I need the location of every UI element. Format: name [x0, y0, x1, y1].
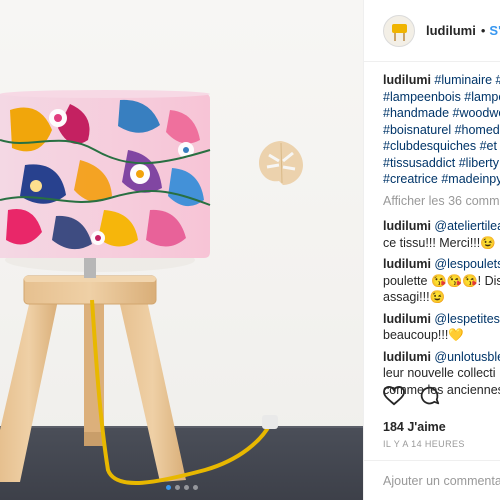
- carousel-dot[interactable]: [192, 485, 198, 490]
- comment-mention[interactable]: @lespoulets: [431, 257, 500, 271]
- caption-hashtags[interactable]: #clubdesquiches #et: [383, 138, 500, 155]
- avatar[interactable]: [383, 14, 415, 47]
- comment-text: beaucoup!!!💛: [383, 328, 464, 342]
- caption-hashtags[interactable]: #creatrice #madeinpy: [383, 171, 500, 188]
- like-count[interactable]: 184 J'aime: [383, 420, 446, 434]
- post-sidebar: ludilumi • S'a ludilumi #luminaire # #la…: [363, 0, 500, 500]
- caption-hashtags[interactable]: #boisnaturel #homed: [383, 122, 500, 139]
- comment-username[interactable]: ludilumi: [383, 219, 431, 233]
- comment-username[interactable]: ludilumi: [383, 350, 431, 364]
- post-photo[interactable]: [0, 0, 363, 500]
- comment-username[interactable]: ludilumi: [383, 312, 431, 326]
- comment-item: ludilumi @lespoulets poulette 😘😘😘! Dis a…: [383, 256, 500, 306]
- comment-icon[interactable]: [419, 385, 440, 411]
- carousel-indicator: [0, 485, 363, 490]
- comment-item: ludilumi @ateliertilea ce tissu!!! Merci…: [383, 218, 500, 251]
- follow-separator: •: [480, 23, 486, 38]
- comment-item: ludilumi @lespetitesh beaucoup!!!💛: [383, 311, 500, 344]
- follow-button[interactable]: S'a: [489, 23, 500, 38]
- header-username[interactable]: ludilumi: [426, 23, 476, 38]
- caption-username[interactable]: ludilumi: [383, 73, 431, 87]
- caption: ludilumi #luminaire # #lampeenbois #lamp…: [383, 72, 500, 188]
- caption-hashtags[interactable]: #handmade #woodwo: [383, 105, 500, 122]
- carousel-dot[interactable]: [174, 485, 180, 490]
- carousel-dot[interactable]: [183, 485, 189, 490]
- comment-text: leur nouvelle collecti: [383, 366, 496, 380]
- caption-hashtags[interactable]: #tissusaddict #liberty: [383, 155, 500, 172]
- add-comment-input[interactable]: Ajouter un commenta: [383, 474, 500, 488]
- action-bar: [383, 385, 440, 411]
- carousel-dot[interactable]: [165, 485, 171, 490]
- caption-hashtags[interactable]: #luminaire #: [431, 73, 500, 87]
- comment-list: ludilumi #luminaire # #lampeenbois #lamp…: [383, 72, 500, 403]
- lamp-illustration: [0, 90, 278, 485]
- leaf-wall-hook: [259, 141, 303, 185]
- caption-hashtags[interactable]: #lampeenbois #lampe: [383, 89, 500, 106]
- comment-username[interactable]: ludilumi: [383, 257, 431, 271]
- post-header: ludilumi • S'a: [364, 0, 500, 62]
- comment-mention[interactable]: @unlotusble: [431, 350, 500, 364]
- comment-mention[interactable]: @ateliertilea: [431, 219, 500, 233]
- comment-text: ce tissu!!! Merci!!!😉: [383, 235, 496, 250]
- comment-text: assagi!!!😉: [383, 290, 446, 304]
- comment-text: poulette 😘😘😘! Dis: [383, 273, 500, 288]
- heart-icon[interactable]: [383, 385, 405, 411]
- comment-mention[interactable]: @lespetitesh: [431, 312, 500, 326]
- post-timestamp: IL Y A 14 HEURES: [383, 439, 465, 449]
- view-all-comments-link[interactable]: Afficher les 36 comm: [383, 193, 500, 210]
- divider: [364, 460, 500, 461]
